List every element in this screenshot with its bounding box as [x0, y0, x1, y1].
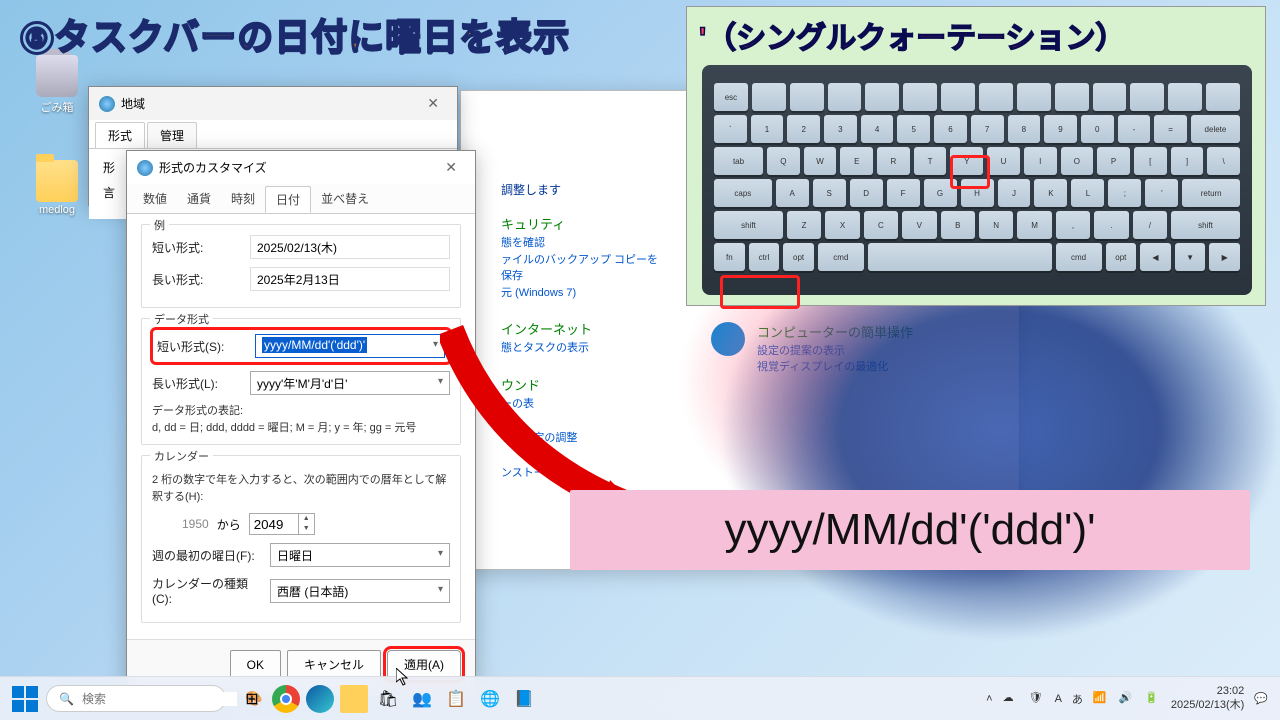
- tab-date[interactable]: 日付: [265, 186, 311, 213]
- volume-icon[interactable]: 🔊: [1119, 691, 1135, 707]
- globe-icon: [99, 96, 115, 112]
- explorer-icon[interactable]: [340, 685, 368, 713]
- clock-date: 2025/02/13(木): [1171, 699, 1244, 712]
- desktop-icon-trash[interactable]: ごみ箱: [22, 55, 92, 115]
- calendar-desc: 2 桁の数字で年を入力すると、次の範囲内での暦年として解釈する(H):: [152, 472, 450, 505]
- taskbar-clock[interactable]: 23:02 2025/02/13(木): [1171, 685, 1244, 711]
- short-format-label: 短い形式(S):: [157, 338, 247, 355]
- tab-admin[interactable]: 管理: [147, 122, 197, 148]
- kana-indicator[interactable]: あ: [1072, 691, 1083, 707]
- taskbar: 🔍 🎨 ⊞ 🛍 👥 📋 🌐 📘 ˄ ☁ 🛡 A あ 📶 🔊 🔋 23:02 20…: [0, 676, 1280, 720]
- app-icon-3[interactable]: 📘: [510, 685, 538, 713]
- long-format-label: 長い形式(L):: [152, 375, 242, 392]
- step-number: ⑤: [20, 21, 54, 55]
- close-icon[interactable]: ✕: [419, 93, 447, 114]
- task-view-icon[interactable]: ⊞: [238, 685, 266, 713]
- customize-format-window: 形式のカスタマイズ ✕ 数値 通貨 時刻 日付 並べ替え 短い形式: 2025/…: [126, 150, 476, 690]
- search-input[interactable]: [82, 692, 237, 706]
- first-day-select[interactable]: 日曜日: [270, 543, 450, 567]
- annotation-quote-box: '（シングルクォーテーション） esc `1234567890-=delete …: [686, 6, 1266, 306]
- region-titlebar[interactable]: 地域 ✕: [89, 87, 457, 120]
- customize-titlebar[interactable]: 形式のカスタマイズ ✕: [127, 151, 475, 184]
- long-example-label: 長い形式:: [152, 271, 242, 288]
- short-format-input[interactable]: yyyy/MM/dd'('ddd')': [255, 334, 445, 358]
- search-icon: 🔍: [59, 692, 74, 706]
- first-day-label: 週の最初の曜日(F):: [152, 547, 262, 564]
- group-data-format: 短い形式(S): yyyy/MM/dd'('ddd')' 長い形式(L): yy…: [141, 318, 461, 445]
- folder-label: medlog: [22, 204, 92, 216]
- group-example: 短い形式: 2025/02/13(木) 長い形式: 2025年2月13日: [141, 224, 461, 308]
- battery-icon[interactable]: 🔋: [1145, 691, 1161, 707]
- cancel-button[interactable]: キャンセル: [287, 650, 381, 679]
- app-icon-2[interactable]: 🌐: [476, 685, 504, 713]
- tab-number[interactable]: 数値: [133, 186, 177, 213]
- group-calendar: 2 桁の数字で年を入力すると、次の範囲内での暦年として解釈する(H): 1950…: [141, 455, 461, 623]
- desktop-icon-folder[interactable]: medlog: [22, 160, 92, 216]
- tray-chevron-icon[interactable]: ˄: [986, 693, 992, 705]
- customize-tabs: 数値 通貨 時刻 日付 並べ替え: [127, 184, 475, 214]
- clock-time: 23:02: [1171, 685, 1244, 698]
- globe-icon: [137, 160, 153, 176]
- ime-indicator[interactable]: A: [1055, 693, 1062, 705]
- folder-icon: [36, 160, 78, 202]
- start-button[interactable]: [12, 686, 38, 712]
- annotation-quote-title: '（シングルクォーテーション）: [687, 7, 1265, 63]
- chrome-icon[interactable]: [272, 685, 300, 713]
- ok-button[interactable]: OK: [230, 650, 281, 679]
- year-from: 1950: [182, 517, 209, 531]
- onedrive-icon[interactable]: ☁: [1003, 691, 1019, 707]
- annotation-format-string: yyyy/MM/dd'('ddd')': [570, 490, 1250, 570]
- notification-icon[interactable]: 💬: [1254, 692, 1268, 705]
- tab-currency[interactable]: 通貨: [177, 186, 221, 213]
- tab-time[interactable]: 時刻: [221, 186, 265, 213]
- teams-icon[interactable]: 👥: [408, 685, 436, 713]
- customize-title: 形式のカスタマイズ: [159, 159, 267, 176]
- key-highlight-shift: [720, 275, 800, 309]
- store-icon[interactable]: 🛍: [374, 685, 402, 713]
- wifi-icon[interactable]: 📶: [1093, 691, 1109, 707]
- close-icon[interactable]: ✕: [437, 157, 465, 178]
- long-example-value: 2025年2月13日: [250, 267, 450, 291]
- calendar-type-label: カレンダーの種類(C):: [152, 575, 262, 606]
- long-format-input[interactable]: yyyy'年'M'月'd'日': [250, 371, 450, 395]
- edge-icon[interactable]: [306, 685, 334, 713]
- annotation-title: ⑤タスクバーの日付に曜日を表示: [20, 8, 570, 60]
- tab-sort[interactable]: 並べ替え: [311, 186, 379, 213]
- security-icon[interactable]: 🛡: [1029, 691, 1045, 707]
- app-icon-1[interactable]: 📋: [442, 685, 470, 713]
- tab-format[interactable]: 形式: [95, 122, 145, 148]
- taskbar-search[interactable]: 🔍 🎨: [46, 685, 226, 712]
- calendar-type-select[interactable]: 西暦 (日本語): [270, 579, 450, 603]
- key-highlight-7: [950, 155, 990, 189]
- short-example-label: 短い形式:: [152, 239, 242, 256]
- trash-icon: [36, 55, 78, 97]
- trash-label: ごみ箱: [22, 99, 92, 115]
- year-to-spinner[interactable]: ▲▼: [249, 513, 315, 535]
- short-example-value: 2025/02/13(木): [250, 235, 450, 259]
- year-to-input[interactable]: [249, 513, 299, 535]
- apply-button[interactable]: 適用(A): [387, 650, 461, 679]
- keyboard-graphic: esc `1234567890-=delete tabQWERTYUIOP[]\…: [702, 65, 1252, 295]
- region-title: 地域: [121, 95, 145, 112]
- format-notation: データ形式の表記: d, dd = 日; ddd, dddd = 曜日; M =…: [152, 403, 450, 436]
